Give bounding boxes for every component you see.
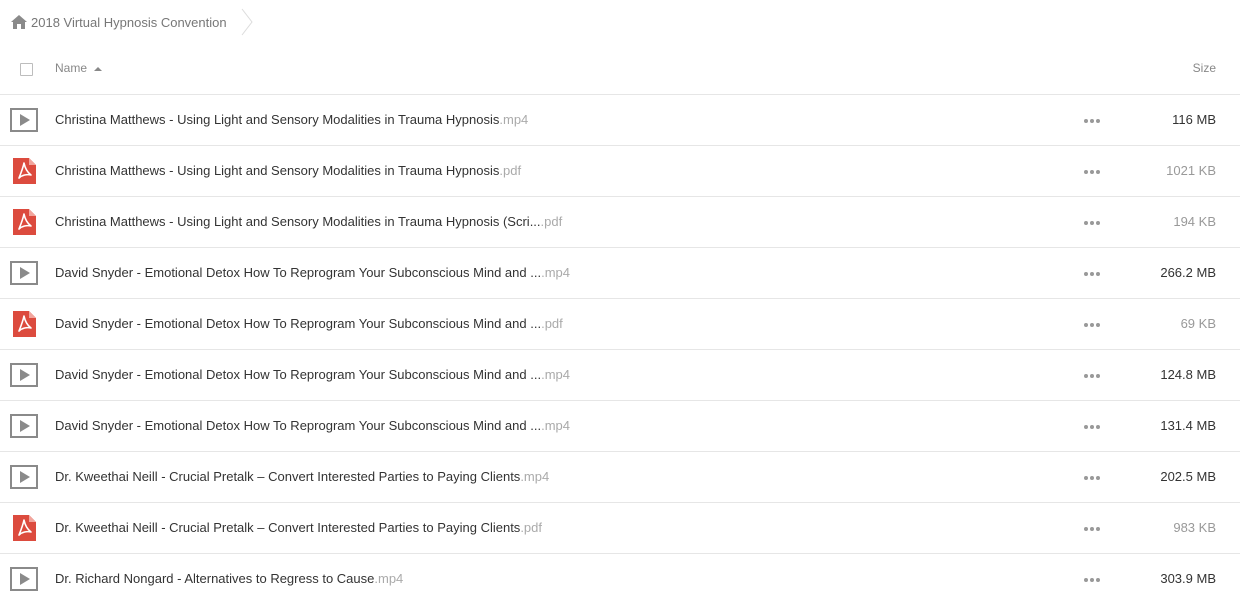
- more-options-icon[interactable]: [1084, 578, 1100, 582]
- file-name-base: David Snyder - Emotional Detox How To Re…: [55, 367, 542, 382]
- video-file-icon: [10, 108, 38, 132]
- file-size: 116 MB: [1172, 112, 1216, 127]
- video-file-icon: [10, 261, 38, 285]
- file-row[interactable]: Dr. Kweethai Neill - Crucial Pretalk – C…: [0, 452, 1240, 503]
- file-row[interactable]: Dr. Richard Nongard - Alternatives to Re…: [0, 554, 1240, 604]
- file-row[interactable]: David Snyder - Emotional Detox How To Re…: [0, 401, 1240, 452]
- breadcrumb-folder-link[interactable]: 2018 Virtual Hypnosis Convention: [31, 15, 227, 30]
- size-column-header[interactable]: Size: [1193, 61, 1216, 75]
- file-name[interactable]: David Snyder - Emotional Detox How To Re…: [55, 418, 570, 433]
- file-size: 124.8 MB: [1160, 367, 1216, 382]
- file-extension: .mp4: [541, 265, 570, 280]
- more-options-icon[interactable]: [1084, 374, 1100, 378]
- file-size: 983 KB: [1173, 520, 1216, 535]
- file-name-base: Christina Matthews - Using Light and Sen…: [55, 112, 500, 127]
- video-file-icon: [10, 465, 38, 489]
- pdf-file-icon: [13, 209, 36, 235]
- pdf-file-icon: [13, 158, 36, 184]
- select-all-checkbox[interactable]: [20, 63, 33, 76]
- file-size: 303.9 MB: [1160, 571, 1216, 586]
- file-extension: .mp4: [541, 418, 570, 433]
- name-column-label: Name: [55, 61, 88, 75]
- sort-ascending-icon: [94, 66, 103, 71]
- file-name[interactable]: Dr. Kweethai Neill - Crucial Pretalk – C…: [55, 469, 549, 484]
- file-size: 1021 KB: [1166, 163, 1216, 178]
- file-name[interactable]: Dr. Kweethai Neill - Crucial Pretalk – C…: [55, 520, 542, 535]
- file-row[interactable]: David Snyder - Emotional Detox How To Re…: [0, 299, 1240, 350]
- file-name-base: Christina Matthews - Using Light and Sen…: [55, 163, 500, 178]
- file-extension: .mp4: [541, 367, 570, 382]
- breadcrumb: 2018 Virtual Hypnosis Convention: [10, 8, 253, 36]
- file-extension: .pdf: [540, 214, 563, 229]
- table-header: Name Size: [0, 44, 1240, 95]
- file-row[interactable]: Dr. Kweethai Neill - Crucial Pretalk – C…: [0, 503, 1240, 554]
- file-size: 194 KB: [1173, 214, 1216, 229]
- file-name-base: Dr. Kweethai Neill - Crucial Pretalk – C…: [55, 469, 521, 484]
- file-extension: .pdf: [520, 520, 542, 535]
- file-name-base: David Snyder - Emotional Detox How To Re…: [55, 265, 542, 280]
- file-name[interactable]: David Snyder - Emotional Detox How To Re…: [55, 367, 570, 382]
- file-size: 131.4 MB: [1160, 418, 1216, 433]
- file-size: 202.5 MB: [1160, 469, 1216, 484]
- more-options-icon[interactable]: [1084, 221, 1100, 225]
- file-name-base: Christina Matthews - Using Light and Sen…: [55, 214, 541, 229]
- pdf-file-icon: [13, 515, 36, 541]
- file-name[interactable]: Christina Matthews - Using Light and Sen…: [55, 112, 528, 127]
- video-file-icon: [10, 363, 38, 387]
- file-extension: .mp4: [499, 112, 529, 127]
- file-row[interactable]: Christina Matthews - Using Light and Sen…: [0, 146, 1240, 197]
- file-name[interactable]: David Snyder - Emotional Detox How To Re…: [55, 265, 570, 280]
- file-extension: .pdf: [541, 316, 563, 331]
- more-options-icon[interactable]: [1084, 323, 1100, 327]
- more-options-icon[interactable]: [1084, 425, 1100, 429]
- file-browser: 2018 Virtual Hypnosis Convention Name Si…: [0, 0, 1240, 604]
- file-name-base: David Snyder - Emotional Detox How To Re…: [55, 316, 542, 331]
- file-size: 266.2 MB: [1160, 265, 1216, 280]
- more-options-icon[interactable]: [1084, 527, 1100, 531]
- file-name[interactable]: David Snyder - Emotional Detox How To Re…: [55, 316, 563, 331]
- more-options-icon[interactable]: [1084, 272, 1100, 276]
- pdf-file-icon: [13, 311, 36, 337]
- file-name[interactable]: Dr. Richard Nongard - Alternatives to Re…: [55, 571, 403, 586]
- more-options-icon[interactable]: [1084, 476, 1100, 480]
- video-file-icon: [10, 414, 38, 438]
- file-row[interactable]: David Snyder - Emotional Detox How To Re…: [0, 350, 1240, 401]
- more-options-icon[interactable]: [1084, 170, 1100, 174]
- file-size: 69 KB: [1180, 316, 1216, 331]
- file-name[interactable]: Christina Matthews - Using Light and Sen…: [55, 163, 521, 178]
- name-column-header[interactable]: Name: [55, 61, 103, 75]
- file-row[interactable]: David Snyder - Emotional Detox How To Re…: [0, 248, 1240, 299]
- home-icon[interactable]: [10, 14, 28, 30]
- more-options-icon[interactable]: [1084, 119, 1100, 123]
- file-extension: .pdf: [499, 163, 522, 178]
- file-row[interactable]: Christina Matthews - Using Light and Sen…: [0, 197, 1240, 248]
- file-name-base: Dr. Richard Nongard - Alternatives to Re…: [55, 571, 375, 586]
- breadcrumb-separator-icon: [241, 8, 253, 36]
- file-name-base: Dr. Kweethai Neill - Crucial Pretalk – C…: [55, 520, 521, 535]
- file-name-base: David Snyder - Emotional Detox How To Re…: [55, 418, 542, 433]
- file-row[interactable]: Christina Matthews - Using Light and Sen…: [0, 95, 1240, 146]
- video-file-icon: [10, 567, 38, 591]
- file-extension: .mp4: [374, 571, 404, 586]
- file-list: Christina Matthews - Using Light and Sen…: [0, 95, 1240, 604]
- file-name[interactable]: Christina Matthews - Using Light and Sen…: [55, 214, 562, 229]
- file-extension: .mp4: [520, 469, 550, 484]
